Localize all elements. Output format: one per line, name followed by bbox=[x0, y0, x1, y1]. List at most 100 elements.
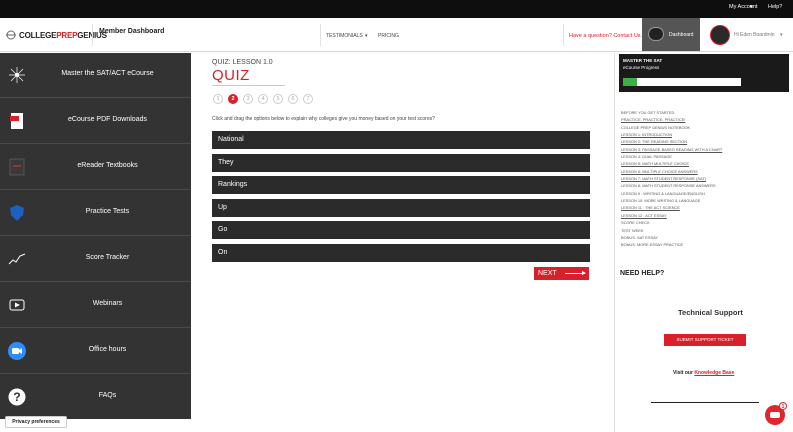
svg-text:?: ? bbox=[13, 390, 20, 404]
logo-text: COLLEGEPREPGENIUS bbox=[19, 30, 107, 40]
step-6[interactable]: 6 bbox=[288, 94, 298, 104]
lesson-link[interactable]: PRACTICE, PRACTICE, PRACTICE! bbox=[621, 116, 722, 123]
chat-button[interactable]: 1 bbox=[765, 402, 787, 425]
lesson-link[interactable]: LESSON 12 : ACT ESSAY bbox=[621, 212, 722, 219]
play-icon bbox=[7, 295, 27, 315]
drag-option[interactable]: They bbox=[212, 154, 590, 172]
pdf-icon bbox=[7, 111, 27, 131]
tech-support-heading: Technical Support bbox=[678, 308, 743, 317]
shield-icon bbox=[7, 203, 27, 223]
lesson-link[interactable]: LESSON 10: MORE WRITING & LANGUAGE bbox=[621, 197, 722, 204]
progress-bar-fill bbox=[623, 78, 638, 86]
dashboard-button[interactable]: Dashboard bbox=[642, 18, 700, 51]
lesson-link[interactable]: LESSON 1: INTRODUCTION bbox=[621, 131, 722, 138]
drag-option[interactable]: On bbox=[212, 244, 590, 262]
privacy-preferences-button[interactable]: Privacy preferences bbox=[5, 416, 67, 428]
quiz-lesson-label: QUIZ: LESSON 1.0 bbox=[212, 59, 273, 66]
sidebar-item-ereader[interactable]: eReader Textbooks bbox=[0, 145, 191, 190]
lesson-link[interactable]: LESSON 11 : THE ACT SCIENCE bbox=[621, 204, 722, 211]
progress-bar bbox=[623, 78, 741, 86]
sidebar: Master the SAT/ACT eCourse eCourse PDF D… bbox=[0, 53, 191, 419]
dashboard-label: Dashboard bbox=[669, 32, 694, 38]
quiz-steps: 1 2 3 4 5 6 7 bbox=[213, 94, 318, 104]
sidebar-item-label: Practice Tests bbox=[85, 208, 130, 215]
arrow-right-icon bbox=[565, 271, 586, 275]
step-1[interactable]: 1 bbox=[213, 94, 223, 104]
step-3[interactable]: 3 bbox=[243, 94, 253, 104]
nav-pricing[interactable]: PRICING bbox=[378, 33, 399, 39]
chevron-down-icon[interactable]: ▾ bbox=[365, 33, 368, 39]
chat-badge: 1 bbox=[779, 402, 787, 410]
lesson-link[interactable]: COLLEGE PREP GENIUS NOTEBOOK bbox=[621, 124, 722, 131]
next-label: NEXT bbox=[538, 270, 557, 277]
divider bbox=[651, 402, 759, 403]
lesson-link[interactable]: BEFORE YOU GET STARTED bbox=[621, 109, 722, 116]
brain-icon bbox=[7, 65, 27, 85]
sidebar-item-office-hours[interactable]: Office hours bbox=[0, 329, 191, 374]
header-divider bbox=[320, 24, 321, 46]
my-account-link[interactable]: My Account bbox=[729, 4, 757, 10]
user-menu[interactable]: Hi Eden Boardmin ▾ bbox=[706, 24, 786, 46]
submit-ticket-button[interactable]: SUBMIT SUPPORT TICKET bbox=[664, 334, 746, 346]
sidebar-item-webinars[interactable]: Webinars bbox=[0, 283, 191, 328]
drag-option[interactable]: National bbox=[212, 131, 590, 149]
sidebar-item-score-tracker[interactable]: Score Tracker bbox=[0, 237, 191, 282]
step-4[interactable]: 4 bbox=[258, 94, 268, 104]
header-divider bbox=[92, 24, 93, 46]
question-icon: ? bbox=[7, 387, 27, 407]
drag-option[interactable]: Rankings bbox=[212, 176, 590, 194]
step-7[interactable]: 7 bbox=[303, 94, 313, 104]
nav-testimonials[interactable]: TESTIMONIALS bbox=[326, 33, 363, 39]
sidebar-item-ecourse[interactable]: Master the SAT/ACT eCourse bbox=[0, 53, 191, 98]
contact-us-link[interactable]: Have a question? Contact Us. bbox=[569, 33, 642, 39]
video-icon bbox=[7, 341, 27, 361]
dashboard-icon bbox=[648, 27, 664, 41]
sidebar-item-label: Master the SAT/ACT eCourse bbox=[61, 70, 154, 77]
sidebar-item-label: Office hours bbox=[88, 346, 127, 353]
sidebar-item-faqs[interactable]: ? FAQs bbox=[0, 375, 191, 420]
lesson-link[interactable]: LESSON 8: MATH STUDENT RESPONSE ANSWERS bbox=[621, 182, 722, 189]
lesson-link[interactable]: TEST WEEK bbox=[621, 227, 722, 234]
lesson-list: BEFORE YOU GET STARTED PRACTICE, PRACTICE… bbox=[621, 109, 722, 249]
quiz-instructions: Click and drag the options below to expl… bbox=[212, 116, 435, 122]
sidebar-item-label: eCourse PDF Downloads bbox=[68, 116, 147, 123]
sidebar-item-label: Webinars bbox=[92, 300, 123, 307]
help-link[interactable]: Help? bbox=[768, 4, 782, 10]
main-header: COLLEGEPREPGENIUS Member Dashboard TESTI… bbox=[0, 18, 793, 52]
lesson-link[interactable]: LESSON 7: MATH STUDENT RESPONSE (SAT) bbox=[621, 175, 722, 182]
page-title: QUIZ bbox=[212, 67, 250, 84]
header-divider bbox=[563, 24, 564, 46]
next-button[interactable]: NEXT bbox=[534, 267, 589, 280]
avatar bbox=[710, 25, 730, 45]
chat-icon bbox=[770, 412, 780, 418]
lesson-link[interactable]: LESSON 6: MULTIPLE CHOICE ANSWERS bbox=[621, 168, 722, 175]
lesson-link[interactable]: SCORE CHECK bbox=[621, 219, 722, 226]
chevron-down-icon[interactable]: ▾ bbox=[750, 4, 753, 10]
sidebar-item-label: eReader Textbooks bbox=[77, 162, 138, 169]
progress-subtitle: eCourse Progress bbox=[623, 65, 660, 70]
member-dashboard-title: Member Dashboard bbox=[99, 28, 165, 35]
book-icon bbox=[7, 157, 27, 177]
user-name: Hi Eden Boardmin bbox=[734, 32, 775, 38]
logo-mark-icon bbox=[6, 30, 16, 40]
lesson-link[interactable]: LESSON 2: THE READING SECTION bbox=[621, 138, 722, 145]
sidebar-item-label: FAQs bbox=[98, 392, 117, 399]
step-5[interactable]: 5 bbox=[273, 94, 283, 104]
progress-title: MASTER THE SAT bbox=[623, 58, 663, 63]
lesson-link[interactable]: LESSON 5: MATH MULTIPLE CHOICE bbox=[621, 160, 722, 167]
top-bar: My Account ▾ Help? bbox=[0, 0, 793, 18]
knowledge-base-text: Visit our Knowledge Base bbox=[673, 370, 735, 376]
trend-icon bbox=[7, 249, 27, 269]
lesson-link[interactable]: LESSON 4: DUAL PASSAGE bbox=[621, 153, 722, 160]
sidebar-item-practice-tests[interactable]: Practice Tests bbox=[0, 191, 191, 236]
title-underline bbox=[212, 85, 285, 86]
step-2-active[interactable]: 2 bbox=[228, 94, 238, 104]
lesson-link[interactable]: BONUS: MORE ESSAY PRACTICE bbox=[621, 241, 722, 248]
drag-option[interactable]: Up bbox=[212, 199, 590, 217]
lesson-link[interactable]: LESSON 9 : WRITING & LANGUAGE/ENGLISH bbox=[621, 190, 722, 197]
sidebar-item-pdf-downloads[interactable]: eCourse PDF Downloads bbox=[0, 99, 191, 144]
lesson-link[interactable]: LESSON 3: PASSAGE BASED READING WITH A C… bbox=[621, 146, 722, 153]
drag-option[interactable]: Go bbox=[212, 221, 590, 239]
knowledge-base-link[interactable]: Knowledge Base bbox=[694, 370, 734, 376]
lesson-link[interactable]: BONUS: SAT ESSAY bbox=[621, 234, 722, 241]
